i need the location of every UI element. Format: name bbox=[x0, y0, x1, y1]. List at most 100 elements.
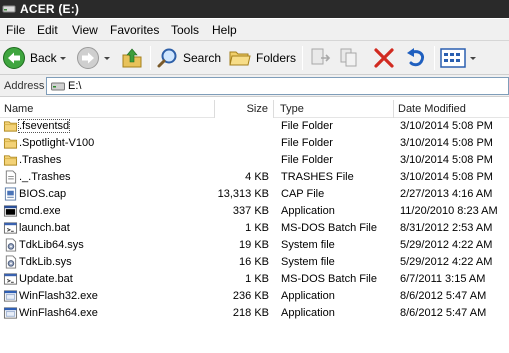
file-type: TRASHES File bbox=[281, 171, 354, 183]
file-size: 218 KB bbox=[232, 307, 269, 319]
column-header-date[interactable]: Date Modified bbox=[394, 100, 509, 118]
toolbar: Back Search Folders bbox=[0, 41, 509, 75]
column-header-name-label: Name bbox=[4, 103, 34, 115]
column-header-type[interactable]: Type bbox=[276, 100, 394, 118]
file-size: 16 KB bbox=[239, 256, 269, 268]
file-date-modified: 8/31/2012 2:53 AM bbox=[400, 222, 493, 234]
back-dropdown-icon[interactable] bbox=[60, 57, 66, 60]
file-date-modified: 6/7/2011 3:15 AM bbox=[400, 273, 486, 285]
file-type: MS-DOS Batch File bbox=[281, 222, 377, 234]
batch-file-icon bbox=[3, 222, 18, 234]
file-name: TdkLib.sys bbox=[19, 256, 72, 268]
file-row[interactable]: Update.bat 1 KB MS-DOS Batch File 6/7/2011 … bbox=[0, 271, 509, 288]
search-button[interactable]: Search bbox=[156, 44, 222, 72]
address-label: Address bbox=[4, 80, 45, 92]
file-name: .Spotlight-V100 bbox=[19, 137, 95, 149]
file-date-modified: 8/6/2012 5:47 AM bbox=[400, 307, 487, 319]
file-row[interactable]: .fseventsd File Folder 3/10/2014 5:08 PM bbox=[0, 118, 509, 135]
column-header-size[interactable]: Size bbox=[214, 100, 274, 118]
toolbar-separator bbox=[434, 46, 435, 70]
search-label: Search bbox=[183, 51, 222, 65]
file-row[interactable]: TdkLib.sys 16 KB System file 5/29/2012 4:22… bbox=[0, 254, 509, 271]
file-size: 236 KB bbox=[232, 290, 269, 302]
title-bar: ACER (E:) bbox=[0, 0, 509, 18]
file-size: 13,313 KB bbox=[217, 188, 269, 200]
file-row[interactable]: WinFlash32.exe 236 KB Application 8/6/2012 … bbox=[0, 288, 509, 305]
file-name: ._.Trashes bbox=[19, 171, 71, 183]
file-type: Application bbox=[281, 307, 335, 319]
file-row[interactable]: cmd.exe 337 KB Application 11/20/2010 8:23 … bbox=[0, 203, 509, 220]
system-file-icon bbox=[5, 255, 17, 269]
toolbar-separator bbox=[150, 46, 151, 70]
back-arrow-icon bbox=[3, 47, 25, 69]
file-size: 19 KB bbox=[239, 239, 269, 251]
file-row[interactable]: launch.bat 1 KB MS-DOS Batch File 8/31/2012… bbox=[0, 220, 509, 237]
menu-favorites[interactable]: Favorites bbox=[110, 23, 159, 37]
file-type: Application bbox=[281, 205, 335, 217]
views-dropdown-icon[interactable] bbox=[470, 57, 476, 60]
file-name: launch.bat bbox=[19, 222, 70, 234]
system-file-icon bbox=[5, 238, 17, 252]
menu-file[interactable]: File bbox=[6, 23, 25, 37]
search-icon bbox=[157, 48, 177, 68]
forward-button[interactable] bbox=[76, 44, 112, 72]
up-folder-icon[interactable] bbox=[120, 46, 144, 70]
application-icon bbox=[3, 290, 18, 302]
column-header-type-label: Type bbox=[280, 103, 304, 115]
folder-icon bbox=[3, 121, 18, 132]
file-date-modified: 3/10/2014 5:08 PM bbox=[400, 120, 493, 132]
move-to-icon[interactable] bbox=[308, 46, 332, 70]
file-name: TdkLib64.sys bbox=[19, 239, 84, 251]
file-date-modified: 3/10/2014 5:08 PM bbox=[400, 137, 493, 149]
forward-arrow-icon bbox=[77, 47, 99, 69]
file-row[interactable]: WinFlash64.exe 218 KB Application 8/6/2012 … bbox=[0, 305, 509, 322]
drive-icon bbox=[2, 5, 16, 13]
file-type: File Folder bbox=[281, 137, 333, 149]
file-date-modified: 8/6/2012 5:47 AM bbox=[400, 290, 487, 302]
file-name: WinFlash64.exe bbox=[19, 307, 98, 319]
delete-icon[interactable] bbox=[372, 46, 396, 70]
folder-icon bbox=[3, 155, 18, 166]
forward-dropdown-icon[interactable] bbox=[104, 57, 110, 60]
file-row[interactable]: BIOS.cap 13,313 KB CAP File 2/27/2013 4:16 … bbox=[0, 186, 509, 203]
file-name: .fseventsd bbox=[17, 119, 71, 133]
file-name: .Trashes bbox=[19, 154, 62, 166]
console-icon bbox=[3, 205, 18, 217]
address-value: E:\ bbox=[68, 80, 82, 92]
menu-tools[interactable]: Tools bbox=[171, 23, 199, 37]
file-type: CAP File bbox=[281, 188, 325, 200]
file-row[interactable]: .Spotlight-V100 File Folder 3/10/2014 5:08… bbox=[0, 135, 509, 152]
menu-help[interactable]: Help bbox=[212, 23, 237, 37]
file-date-modified: 11/20/2010 8:23 AM bbox=[400, 205, 498, 217]
drive-icon bbox=[51, 82, 65, 91]
views-button[interactable] bbox=[440, 44, 480, 72]
file-type: MS-DOS Batch File bbox=[281, 273, 377, 285]
file-row[interactable]: ._.Trashes 4 KB TRASHES File 3/10/2014 5:08… bbox=[0, 169, 509, 186]
application-icon bbox=[3, 307, 18, 319]
menu-edit[interactable]: Edit bbox=[37, 23, 58, 37]
file-row[interactable]: .Trashes File Folder 3/10/2014 5:08 PM bbox=[0, 152, 509, 169]
copy-to-icon[interactable] bbox=[338, 46, 362, 70]
file-size: 337 KB bbox=[232, 205, 269, 217]
back-label: Back bbox=[30, 51, 57, 65]
file-date-modified: 2/27/2013 4:16 AM bbox=[400, 188, 493, 200]
folders-button[interactable]: Folders bbox=[228, 44, 296, 72]
document-icon bbox=[5, 170, 17, 184]
toolbar-separator bbox=[302, 46, 303, 70]
address-input[interactable]: E:\ bbox=[46, 77, 509, 95]
batch-file-icon bbox=[3, 273, 18, 285]
window-title: ACER (E:) bbox=[20, 2, 80, 16]
file-type: File Folder bbox=[281, 120, 333, 132]
undo-icon[interactable] bbox=[404, 46, 428, 70]
binary-file-icon bbox=[4, 187, 17, 201]
folder-icon bbox=[3, 138, 18, 149]
file-date-modified: 3/10/2014 5:08 PM bbox=[400, 171, 493, 183]
menu-bar: File Edit View Favorites Tools Help bbox=[0, 19, 509, 41]
file-date-modified: 5/29/2012 4:22 AM bbox=[400, 239, 493, 251]
file-row[interactable]: TdkLib64.sys 19 KB System file 5/29/2012 4:… bbox=[0, 237, 509, 254]
file-type: Application bbox=[281, 290, 335, 302]
file-size: 4 KB bbox=[245, 171, 269, 183]
back-button[interactable]: Back bbox=[2, 44, 74, 72]
menu-view[interactable]: View bbox=[72, 23, 98, 37]
file-type: File Folder bbox=[281, 154, 333, 166]
